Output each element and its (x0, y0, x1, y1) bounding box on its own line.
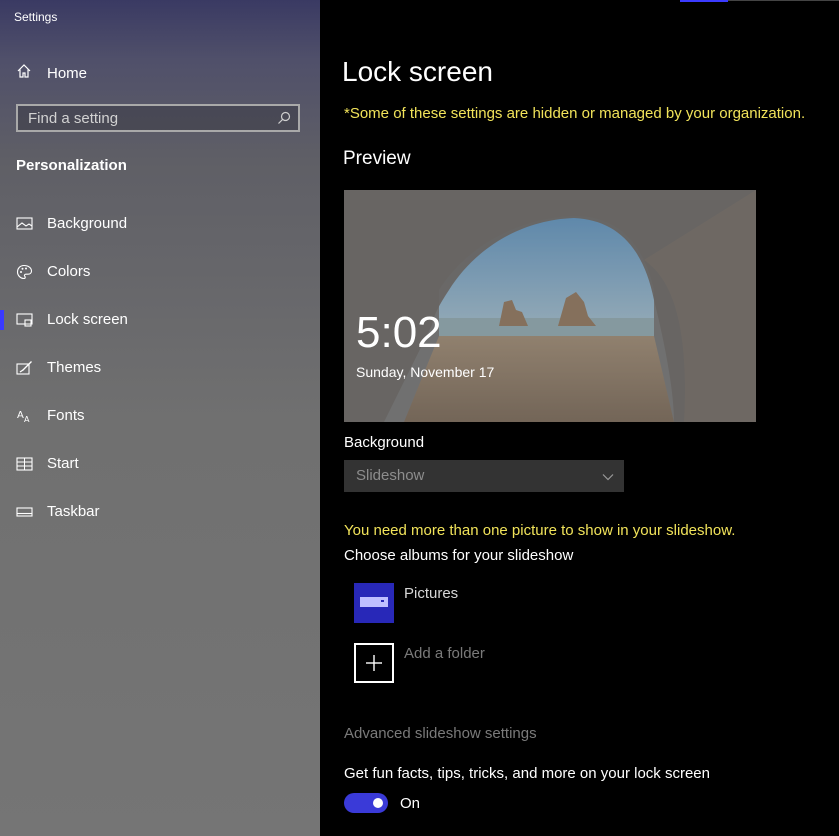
sidebar: Settings Home Personalization Background… (0, 0, 320, 836)
window-title: Settings (14, 10, 58, 24)
home-icon (16, 63, 32, 84)
sidebar-item-colors[interactable]: Colors (0, 252, 320, 292)
background-label: Background (344, 434, 425, 451)
svg-text:A: A (24, 415, 30, 424)
add-folder-label: Add a folder (404, 645, 485, 662)
toggle-state-label: On (400, 795, 421, 812)
preview-heading: Preview (343, 148, 411, 169)
sidebar-item-label: Background (47, 215, 128, 232)
sidebar-item-label: Colors (47, 263, 91, 280)
title-bar-line (728, 0, 839, 1)
picture-icon (16, 216, 33, 232)
fun-facts-label: Get fun facts, tips, tricks, and more on… (344, 765, 710, 782)
slideshow-warning: You need more than one picture to show i… (344, 522, 736, 539)
title-bar-accent (680, 0, 728, 2)
sidebar-item-taskbar[interactable]: Taskbar (0, 492, 320, 532)
sidebar-item-home[interactable]: Home (16, 62, 87, 84)
sidebar-item-label: Themes (47, 359, 102, 376)
album-label: Pictures (404, 585, 459, 602)
chevron-down-icon (602, 470, 614, 488)
search-input[interactable] (18, 106, 278, 130)
taskbar-icon (16, 504, 33, 520)
font-icon: AA (16, 408, 33, 424)
active-indicator (0, 310, 4, 330)
sidebar-item-start[interactable]: Start (0, 444, 320, 484)
albums-label: Choose albums for your slideshow (344, 547, 574, 564)
add-folder-button[interactable]: Add a folder (354, 643, 654, 683)
sidebar-item-label: Lock screen (47, 311, 128, 328)
sidebar-item-label: Home (47, 64, 88, 82)
sidebar-item-fonts[interactable]: AA Fonts (0, 396, 320, 436)
brush-icon (16, 360, 33, 376)
preview-time: 5:02 (356, 308, 442, 357)
folder-icon (354, 583, 394, 623)
sidebar-item-background[interactable]: Background (0, 204, 320, 244)
plus-icon (354, 643, 394, 683)
preview-image (344, 190, 756, 422)
dropdown-value: Slideshow (356, 467, 425, 484)
sidebar-item-label: Taskbar (47, 503, 100, 520)
search-box[interactable] (16, 104, 300, 132)
preview-date: Sunday, November 17 (356, 364, 495, 380)
lock-screen-preview: 5:02 Sunday, November 17 (344, 190, 756, 422)
page-title: Lock screen (342, 56, 493, 87)
sidebar-item-themes[interactable]: Themes (0, 348, 320, 388)
fun-facts-toggle[interactable] (344, 793, 388, 813)
section-heading: Personalization (16, 157, 127, 174)
svg-text:A: A (17, 410, 24, 421)
sidebar-item-label: Start (47, 455, 79, 472)
palette-icon (16, 264, 33, 280)
lock-screen-icon (16, 312, 33, 328)
album-pictures[interactable]: Pictures (354, 583, 654, 623)
org-notice: *Some of these settings are hidden or ma… (344, 105, 806, 122)
sidebar-item-label: Fonts (47, 407, 85, 424)
background-dropdown[interactable]: Slideshow (344, 460, 624, 492)
advanced-slideshow-link[interactable]: Advanced slideshow settings (344, 725, 537, 742)
toggle-knob (373, 798, 383, 808)
start-grid-icon (16, 456, 33, 472)
sidebar-item-lock-screen[interactable]: Lock screen (0, 300, 320, 340)
search-icon[interactable] (276, 110, 292, 131)
